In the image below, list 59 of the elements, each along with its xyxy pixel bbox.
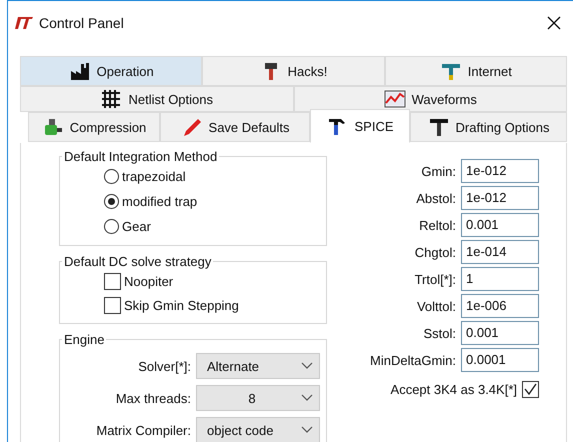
tab[interactable]: Netlist Options (20, 86, 294, 112)
tab[interactable]: Hacks! (202, 56, 385, 86)
tab[interactable]: Waveforms (294, 86, 567, 112)
radio-option[interactable]: Gear (104, 214, 326, 239)
input-field[interactable]: 1e-014 (461, 240, 539, 264)
field-label: Matrix Compiler: (96, 422, 191, 438)
tab[interactable]: Internet (384, 56, 567, 86)
option-label: Gear (122, 219, 151, 234)
checkbox-label: Skip Gmin Stepping (124, 298, 239, 312)
checkbox-label: Accept 3K4 as 3.4K[*] (390, 382, 517, 397)
t-square-icon (428, 117, 450, 137)
grid-icon (100, 89, 122, 109)
radio-button[interactable] (104, 219, 119, 234)
checkbox-label: Noopiter (124, 274, 174, 288)
group-title: Default Integration Method (63, 149, 218, 164)
field-label: Sstol: (423, 326, 456, 340)
radio-button[interactable] (104, 169, 119, 184)
radio-button[interactable] (104, 194, 119, 209)
field-label: Volttol: (416, 298, 456, 314)
input-field[interactable]: 1e-012 (461, 186, 539, 210)
field-label: Solver[*]: (138, 358, 191, 374)
dropdown[interactable]: 8 (196, 385, 320, 411)
dropdown[interactable]: object code (196, 417, 320, 442)
window-title: Control Panel (39, 15, 125, 31)
input-field[interactable]: 1e-006 (461, 294, 539, 318)
input-field[interactable]: 0.0001 (461, 348, 539, 372)
chevron-down-icon (301, 394, 313, 402)
checkbox[interactable] (522, 381, 539, 398)
radio-option[interactable]: trapezoidal (104, 164, 326, 189)
field-label: Gmin: (421, 164, 456, 178)
tab[interactable]: Save Defaults (160, 112, 310, 142)
factory-icon (68, 61, 91, 81)
group-title: Engine (63, 332, 106, 347)
checkbox[interactable] (104, 296, 121, 314)
dropdown[interactable]: Alternate (196, 353, 320, 379)
radio-option[interactable]: modified trap (104, 189, 326, 214)
close-icon[interactable] (547, 16, 561, 30)
input-field[interactable]: 1e-012 (461, 159, 539, 183)
input-field[interactable]: 1 (461, 267, 539, 291)
input-field[interactable]: 0.001 (461, 321, 539, 345)
tab[interactable]: Operation (20, 56, 202, 86)
input-field[interactable]: 0.001 (461, 213, 539, 237)
field-label: Abstol: (416, 190, 456, 206)
field-label: Trtol[*]: (414, 272, 456, 286)
field-label: Max threads: (116, 390, 191, 406)
tab[interactable]: SPICE (310, 109, 410, 143)
field-label: Reltol: (419, 218, 456, 232)
checkbox[interactable] (104, 272, 121, 290)
field-label: Chgtol: (414, 244, 456, 260)
chevron-down-icon (301, 362, 313, 370)
field-label: MinDeltaGmin: (370, 352, 456, 368)
option-label: modified trap (122, 194, 198, 209)
chevron-down-icon (301, 426, 313, 434)
logo-icon (14, 16, 34, 30)
tab[interactable]: Compression (28, 112, 160, 142)
option-label: trapezoidal (122, 169, 186, 184)
chart-icon (384, 89, 406, 109)
tab[interactable]: Drafting Options (410, 112, 567, 142)
group-title: Default DC solve strategy (63, 254, 212, 269)
